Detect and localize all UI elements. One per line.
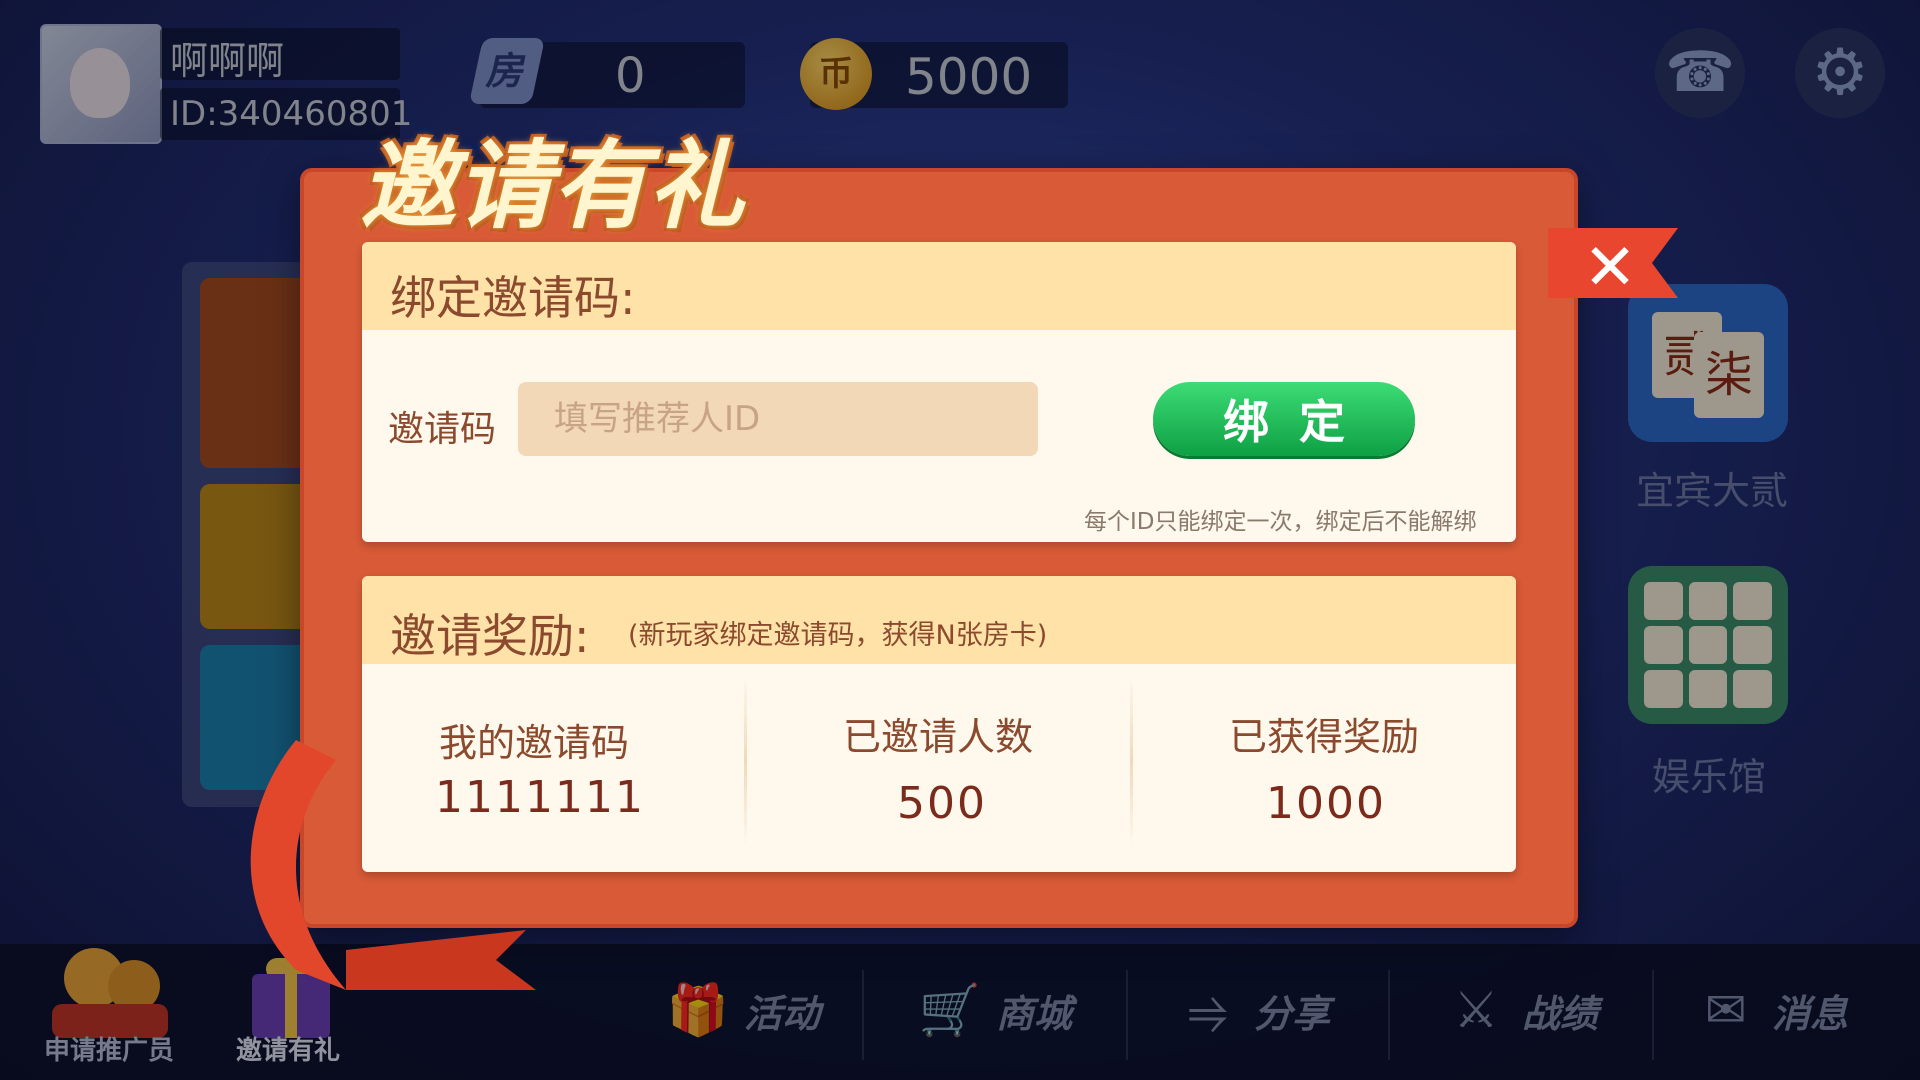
close-icon[interactable]: ✕: [1580, 236, 1640, 300]
bind-code-heading: 绑定邀请码:: [390, 271, 636, 325]
rewards-earned-label: 已获得奖励: [1228, 715, 1419, 759]
my-invite-code-value: 1111111: [435, 772, 645, 823]
reward-subheading: (新玩家绑定邀请码，获得N张房卡): [628, 620, 1048, 651]
invite-code-label: 邀请码: [388, 409, 497, 450]
my-invite-code-label: 我的邀请码: [438, 721, 629, 765]
invited-count-value: 500: [897, 778, 987, 829]
referrer-id-input[interactable]: [518, 382, 1038, 456]
invited-count-label: 已邀请人数: [842, 715, 1033, 759]
reward-heading: 邀请奖励:: [390, 609, 590, 663]
rewards-earned-value: 1000: [1266, 778, 1386, 829]
dialog-title: 邀请有礼: [360, 130, 744, 242]
bind-button[interactable]: 绑定: [1153, 382, 1415, 456]
bind-note: 每个ID只能绑定一次，绑定后不能解绑: [1084, 509, 1477, 535]
